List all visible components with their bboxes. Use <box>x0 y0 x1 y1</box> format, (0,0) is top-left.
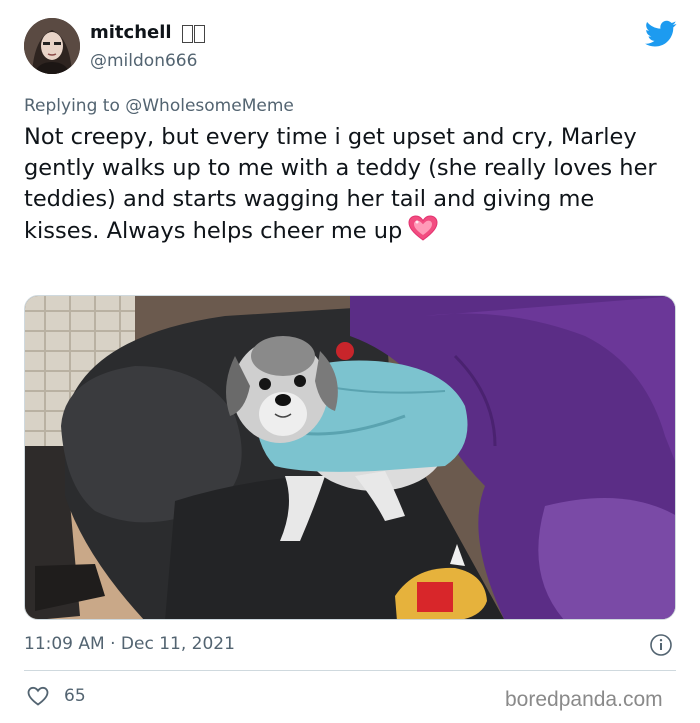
name-emoji-placeholder <box>182 25 206 43</box>
tweet-body: Not creepy, but every time i get upset a… <box>24 124 657 244</box>
boredpanda-watermark: boredpanda.com <box>505 688 663 711</box>
replying-to-prefix: Replying to <box>24 96 120 116</box>
heart-outline-icon[interactable] <box>26 684 50 708</box>
tweet-photo[interactable] <box>24 295 676 620</box>
tweet-text: Not creepy, but every time i get upset a… <box>24 122 674 250</box>
replying-to-line: Replying to @WholesomeMeme <box>24 96 294 116</box>
info-icon[interactable] <box>649 633 673 657</box>
tweet-timestamp[interactable]: 11:09 AM · Dec 11, 2021 <box>24 634 235 654</box>
sparkling-heart-icon <box>408 215 438 250</box>
twitter-bird-icon[interactable] <box>645 20 677 48</box>
avatar-image <box>24 18 80 74</box>
display-name[interactable]: mitchell <box>90 22 172 43</box>
like-count[interactable]: 65 <box>64 686 86 706</box>
avatar[interactable] <box>24 18 80 74</box>
photo-dog-in-sweater <box>25 296 675 619</box>
divider <box>24 670 676 671</box>
reply-mention-link[interactable]: @WholesomeMeme <box>125 96 294 116</box>
user-handle[interactable]: @mildon666 <box>90 51 197 71</box>
missing-glyph-box <box>182 25 193 43</box>
missing-glyph-box <box>194 25 205 43</box>
